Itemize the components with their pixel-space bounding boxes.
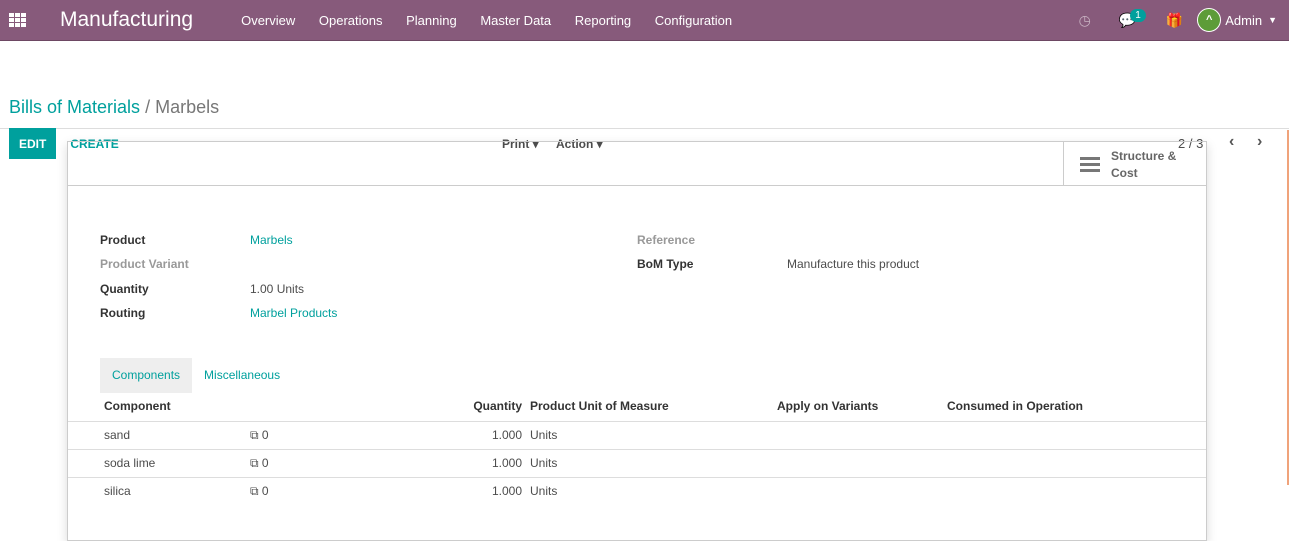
attachment-cell[interactable]: ⧉ 0 bbox=[236, 421, 274, 450]
bom-type-label: BoM Type bbox=[637, 257, 694, 271]
attachment-count: 0 bbox=[261, 483, 269, 498]
quantity-uom: Units bbox=[276, 282, 305, 296]
routing-label: Routing bbox=[100, 306, 146, 320]
consumed-operation-cell bbox=[943, 421, 1206, 450]
attachment-cell[interactable]: ⧉ 0 bbox=[236, 449, 274, 478]
attachment-cell[interactable]: ⧉ 0 bbox=[236, 477, 274, 505]
structure-cost-button[interactable]: Structure & Cost bbox=[1063, 142, 1206, 186]
apply-variants-cell bbox=[773, 477, 943, 505]
apply-variants-cell bbox=[773, 421, 943, 450]
user-menu[interactable]: Admin bbox=[1225, 13, 1262, 28]
top-navbar: Manufacturing Overview Operations Planni… bbox=[0, 0, 1289, 41]
component-uom: Units bbox=[526, 449, 773, 478]
breadcrumb-current: Marbels bbox=[155, 97, 220, 117]
message-count-badge: 1 bbox=[1130, 8, 1146, 22]
consumed-operation-cell bbox=[943, 449, 1206, 478]
apply-variants-cell bbox=[773, 449, 943, 478]
component-qty: 1.000 bbox=[274, 449, 526, 478]
tab-miscellaneous[interactable]: Miscellaneous bbox=[192, 358, 292, 393]
control-panel: Bills of Materials / Marbels EDIT CREATE… bbox=[0, 41, 1289, 159]
components-table: Component Quantity Product Unit of Measu… bbox=[68, 391, 1206, 505]
table-row[interactable]: sand ⧉ 0 1.000 Units bbox=[68, 421, 1206, 450]
col-uom[interactable]: Product Unit of Measure bbox=[526, 391, 773, 422]
structure-cost-label: Structure & bbox=[1111, 148, 1177, 163]
col-quantity[interactable]: Quantity bbox=[274, 391, 526, 422]
component-qty: 1.000 bbox=[491, 484, 522, 499]
copy-icon: ⧉ bbox=[250, 455, 259, 470]
component-name: sand bbox=[68, 421, 236, 450]
clock-icon[interactable]: ◷ bbox=[1079, 12, 1091, 29]
table-row[interactable]: silica ⧉ 0 1.000 Units bbox=[68, 477, 1206, 505]
notebook-tabs: Components Miscellaneous bbox=[100, 358, 292, 393]
copy-icon: ⧉ bbox=[250, 427, 259, 442]
pager-previous-button[interactable]: ‹ bbox=[1229, 133, 1234, 151]
app-title: Manufacturing bbox=[60, 8, 194, 31]
avatar[interactable]: ^ bbox=[1197, 8, 1222, 32]
breadcrumb: Bills of Materials / Marbels bbox=[9, 97, 219, 118]
menu-operations[interactable]: Operations bbox=[319, 13, 383, 28]
col-component[interactable]: Component bbox=[68, 391, 236, 422]
product-variant-label: Product Variant bbox=[100, 257, 189, 271]
edit-button[interactable]: EDIT bbox=[9, 128, 57, 159]
form-sheet: Structure & Cost Product Marbels Product … bbox=[67, 141, 1207, 541]
menu-master-data[interactable]: Master Data bbox=[480, 13, 551, 28]
menu-configuration[interactable]: Configuration bbox=[655, 13, 732, 28]
breadcrumb-separator: / bbox=[145, 97, 151, 117]
product-value[interactable]: Marbels bbox=[250, 233, 293, 247]
consumed-operation-cell bbox=[943, 477, 1206, 505]
pager-next-button[interactable]: › bbox=[1257, 133, 1262, 151]
tab-components[interactable]: Components bbox=[100, 358, 193, 393]
menu-overview[interactable]: Overview bbox=[241, 13, 295, 28]
breadcrumb-parent[interactable]: Bills of Materials bbox=[9, 97, 140, 117]
routing-value[interactable]: Marbel Products bbox=[250, 306, 337, 320]
component-name: soda lime bbox=[68, 449, 236, 478]
apps-menu-icon[interactable] bbox=[9, 13, 27, 27]
quantity-value: 1.00 Units bbox=[250, 282, 304, 296]
product-label: Product bbox=[100, 233, 146, 247]
component-name: silica bbox=[104, 484, 131, 499]
component-uom: Units bbox=[526, 421, 773, 450]
menu-reporting[interactable]: Reporting bbox=[575, 13, 631, 28]
bars-icon bbox=[1080, 154, 1100, 175]
table-row[interactable]: soda lime ⧉ 0 1.000 Units bbox=[68, 449, 1206, 478]
attachment-count: 0 bbox=[261, 455, 269, 470]
col-apply-variants[interactable]: Apply on Variants bbox=[773, 391, 943, 422]
component-qty: 1.000 bbox=[274, 421, 526, 450]
menu-planning[interactable]: Planning bbox=[406, 13, 457, 28]
col-blank bbox=[236, 391, 274, 422]
col-consumed-operation[interactable]: Consumed in Operation bbox=[943, 391, 1206, 422]
copy-icon: ⧉ bbox=[250, 483, 259, 498]
button-box: Structure & Cost bbox=[68, 142, 1206, 186]
chevron-down-icon: ▼ bbox=[1268, 15, 1277, 25]
reference-label: Reference bbox=[637, 233, 696, 247]
bom-type-value: Manufacture this product bbox=[787, 257, 920, 271]
attachment-count: 0 bbox=[261, 427, 269, 442]
quantity-label: Quantity bbox=[100, 282, 149, 296]
component-uom: Units bbox=[530, 484, 558, 499]
gift-icon[interactable]: 🎁 bbox=[1166, 12, 1183, 29]
quantity-number: 1.00 bbox=[250, 282, 274, 296]
structure-cost-label-2: Cost bbox=[1111, 165, 1138, 180]
